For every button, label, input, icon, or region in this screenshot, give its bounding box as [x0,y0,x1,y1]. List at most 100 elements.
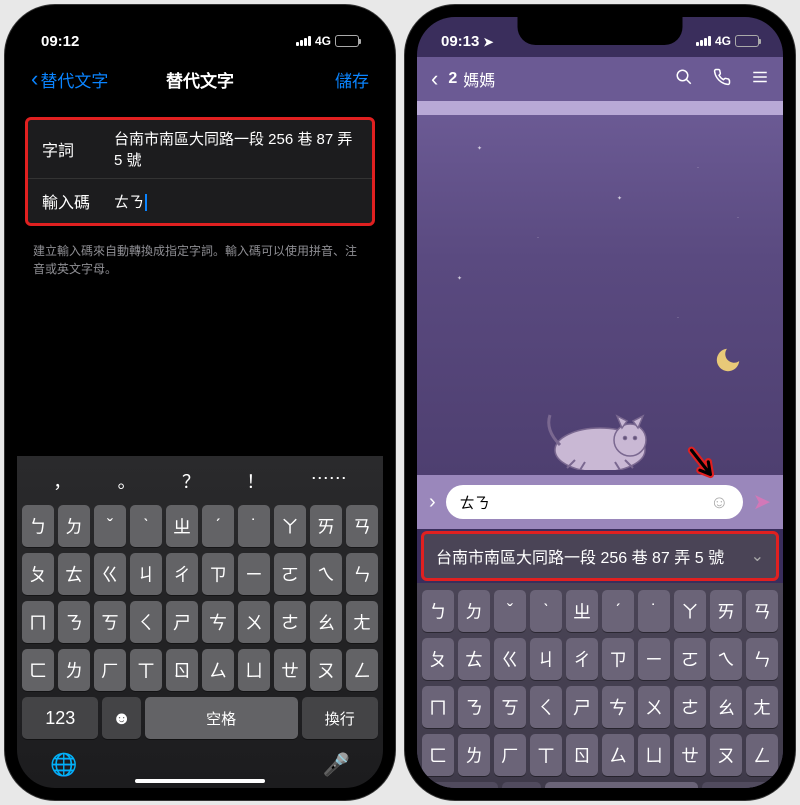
key[interactable]: ˋ [130,505,162,547]
chat-body[interactable]: ✦ ✦ · · ✦ · · [417,115,783,475]
key[interactable]: ㄙ [202,649,234,691]
mic-icon[interactable]: 🎤 [323,752,350,778]
key[interactable]: ˇ [494,590,526,632]
shortcut-row[interactable]: 輸入碼 ㄊㄋ [28,179,372,223]
key[interactable]: ㄕ [166,601,198,643]
key[interactable]: ㄧ [638,638,670,680]
select-key[interactable]: 選定 [702,782,778,788]
space-key[interactable]: 一聲 [545,782,698,788]
key[interactable]: ㄏ [94,649,126,691]
key[interactable]: ㄗ [602,638,634,680]
emoji-key[interactable]: ☻ [502,782,540,788]
emoji-picker-icon[interactable]: ☺ [710,492,728,513]
key[interactable]: ㄤ [346,601,378,643]
key[interactable]: ㄩ [238,649,270,691]
globe-icon[interactable]: 🌐 [50,752,77,778]
key[interactable]: ㄊ [58,553,90,595]
key[interactable]: ㄣ [346,553,378,595]
key[interactable]: ㄕ [566,686,598,728]
punct-key[interactable]: ？ [182,468,200,494]
key[interactable]: ㄌ [58,649,90,691]
key[interactable]: ˋ [530,590,562,632]
home-indicator[interactable] [135,779,265,783]
send-button[interactable]: ➤ [753,489,771,515]
key[interactable]: ㄐ [130,553,162,595]
key[interactable]: ㄉ [458,590,490,632]
punct-key[interactable]: 。 [118,468,136,494]
key[interactable]: ㄏ [494,734,526,776]
key[interactable]: ㄔ [166,553,198,595]
key[interactable]: ㄒ [130,649,162,691]
key[interactable]: ㄧ [238,553,270,595]
call-icon[interactable] [713,68,731,91]
key[interactable]: ㄠ [710,686,742,728]
shortcut-value[interactable]: ㄊㄋ [114,191,358,212]
key[interactable]: ㄊ [458,638,490,680]
chat-title-wrap[interactable]: 2 媽媽 [448,67,665,91]
key[interactable]: ㄇ [22,601,54,643]
key[interactable]: ˊ [202,505,234,547]
key[interactable]: ㄖ [166,649,198,691]
key[interactable]: ㄍ [94,553,126,595]
key[interactable]: ㄞ [710,590,742,632]
key[interactable]: ㄜ [674,686,706,728]
key[interactable]: ㄔ [566,638,598,680]
back-button[interactable]: ‹ 替代文字 [31,66,108,92]
key[interactable]: ㄋ [58,601,90,643]
key[interactable]: ㄝ [674,734,706,776]
key[interactable]: ㄟ [710,638,742,680]
key[interactable]: ㄤ [746,686,778,728]
key[interactable]: ㄟ [310,553,342,595]
key[interactable]: ㄘ [202,601,234,643]
key[interactable]: ㄈ [22,649,54,691]
key[interactable]: ㄓ [166,505,198,547]
emoji-key[interactable]: ☻ [102,697,140,739]
key[interactable]: ˇ [94,505,126,547]
key[interactable]: ㄨ [638,686,670,728]
numbers-key[interactable]: 123 [422,782,498,788]
save-button[interactable]: 儲存 [335,67,369,92]
numbers-key[interactable]: 123 [22,697,98,739]
key[interactable]: ㄚ [274,505,306,547]
key[interactable]: ㄓ [566,590,598,632]
key[interactable]: ㄉ [58,505,90,547]
ime-suggestion-highlight[interactable]: 台南市南區大同路一段 256 巷 87 弄 5 號 ⌄ [421,531,779,581]
punct-key[interactable]: ！ [246,468,264,494]
key[interactable]: ㄐ [530,638,562,680]
space-key[interactable]: 空格 [145,697,298,739]
key[interactable]: ㄍ [494,638,526,680]
key[interactable]: ㄆ [422,638,454,680]
key[interactable]: ㄋ [458,686,490,728]
key[interactable]: ㄇ [422,686,454,728]
key[interactable]: ㄎ [94,601,126,643]
key[interactable]: ㄥ [346,649,378,691]
key[interactable]: ㄥ [746,734,778,776]
key[interactable]: ㄑ [130,601,162,643]
key[interactable]: ㄡ [710,734,742,776]
key[interactable]: ㄠ [310,601,342,643]
key[interactable]: ㄩ [638,734,670,776]
phrase-value[interactable]: 台南市南區大同路一段 256 巷 87 弄 5 號 [114,128,358,170]
key[interactable]: ㄗ [202,553,234,595]
key[interactable]: ㄖ [566,734,598,776]
expand-input-icon[interactable]: › [429,491,436,514]
search-icon[interactable] [675,68,693,91]
punct-key[interactable]: ， [53,468,71,494]
key[interactable]: ㄢ [746,590,778,632]
key[interactable]: ㄡ [310,649,342,691]
key[interactable]: ㄛ [674,638,706,680]
key[interactable]: ㄆ [22,553,54,595]
key[interactable]: ㄅ [22,505,54,547]
key[interactable]: ㄝ [274,649,306,691]
key[interactable]: ㄘ [602,686,634,728]
key[interactable]: ㄢ [346,505,378,547]
key[interactable]: ㄚ [674,590,706,632]
phrase-row[interactable]: 字詞 台南市南區大同路一段 256 巷 87 弄 5 號 [28,120,372,179]
key[interactable]: ㄙ [602,734,634,776]
key[interactable]: ˙ [638,590,670,632]
key[interactable]: ㄣ [746,638,778,680]
key[interactable]: ㄞ [310,505,342,547]
punct-key[interactable]: ⋯⋯ [311,468,347,494]
key[interactable]: ㄅ [422,590,454,632]
key[interactable]: ㄜ [274,601,306,643]
